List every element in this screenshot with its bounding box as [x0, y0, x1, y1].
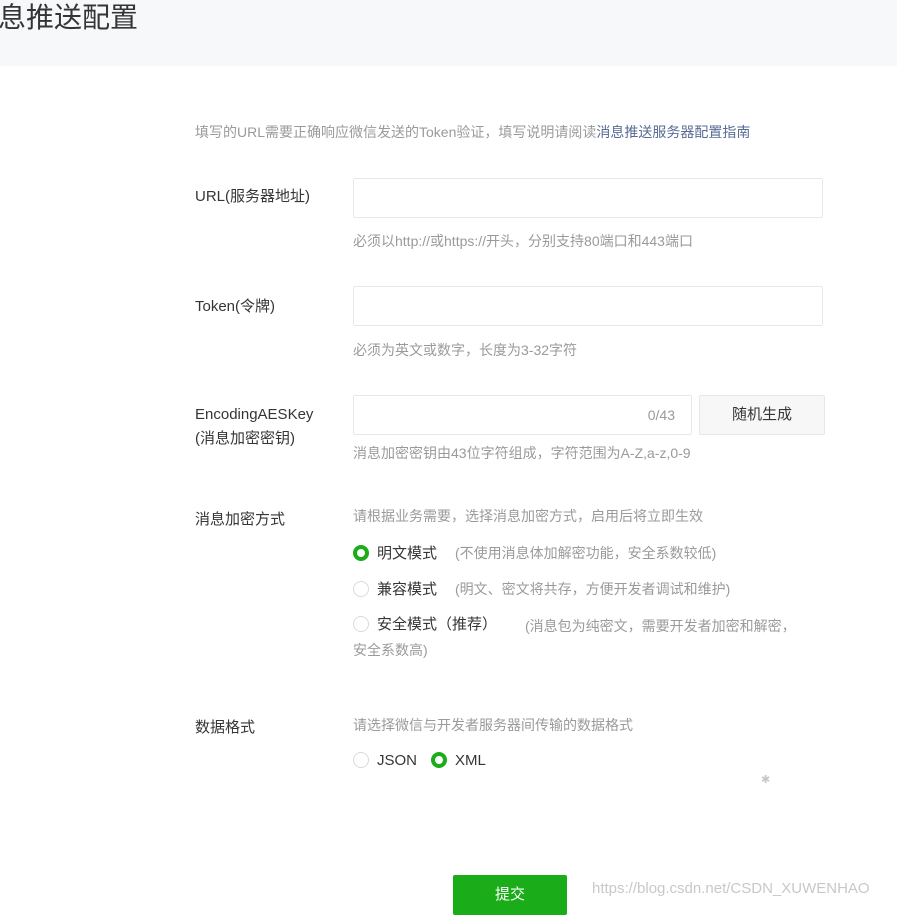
page-title: 息推送配置 [0, 2, 139, 33]
format-option-json[interactable]: JSON [353, 752, 417, 769]
encryption-hint: 请根据业务需要，选择消息加密方式，启用后将立即生效 [353, 508, 703, 524]
encryption-option-compatible[interactable]: 兼容模式 (明文、密文将共存，方便开发者调试和维护) [353, 578, 730, 601]
generate-key-button[interactable]: 随机生成 [699, 395, 825, 435]
watermark: https://blog.csdn.net/CSDN_XUWENHAO [592, 880, 870, 897]
url-label: URL(服务器地址) [195, 188, 310, 205]
token-input[interactable] [353, 286, 823, 326]
aes-tip: 消息加密密钥由43位字符组成，字符范围为A-Z,a-z,0-9 [353, 445, 691, 461]
option-label: XML [455, 752, 486, 769]
aes-key-counter: 0/43 [647, 407, 675, 423]
encryption-option-plain[interactable]: 明文模式 (不使用消息体加解密功能，安全系数较低) [353, 542, 716, 565]
url-tip: 必须以http://或https://开头，分别支持80端口和443端口 [353, 233, 693, 249]
secure-option-desc: (消息包为纯密文，需要开发者加密和解密，安全系数高) [353, 618, 796, 658]
radio-checked-icon[interactable] [353, 545, 369, 561]
option-desc: (不使用消息体加解密功能，安全系数较低) [455, 545, 717, 561]
aes-key-input[interactable]: 0/43 [353, 395, 692, 435]
data-format-hint: 请选择微信与开发者服务器间传输的数据格式 [353, 717, 633, 733]
option-label: JSON [377, 752, 418, 769]
url-input[interactable] [353, 178, 823, 218]
radio-checked-icon[interactable] [431, 752, 448, 768]
option-label: 明文模式 [377, 545, 438, 562]
aes-label-line1: EncodingAESKey [195, 406, 314, 423]
puzzle-icon: ✱ [761, 774, 771, 786]
radio-unchecked-icon[interactable] [353, 581, 369, 597]
page-header: 息推送配置 [0, 0, 897, 66]
aes-label: EncodingAESKey (消息加密密钥) [195, 403, 313, 451]
format-option-xml[interactable]: XML [431, 752, 486, 769]
option-desc: (明文、密文将共存，方便开发者调试和维护) [455, 581, 731, 597]
token-tip: 必须为英文或数字，长度为3-32字符 [353, 342, 578, 358]
radio-unchecked-icon[interactable] [353, 752, 369, 768]
data-format-options: JSON XML [353, 750, 486, 772]
config-guide-link[interactable]: 消息推送服务器配置指南 [596, 124, 750, 140]
token-label: Token(令牌) [195, 298, 276, 315]
encryption-label: 消息加密方式 [195, 511, 286, 528]
aes-label-line2: (消息加密密钥) [195, 430, 295, 447]
data-format-label: 数据格式 [195, 719, 256, 736]
intro-text: 填写的URL需要正确响应微信发送的Token验证，填写说明请阅读消息推送服务器配… [195, 122, 750, 142]
option-label: 兼容模式 [377, 581, 438, 598]
submit-button[interactable]: 提交 [453, 875, 567, 915]
intro-message: 填写的URL需要正确响应微信发送的Token验证，填写说明请阅读 [195, 124, 597, 140]
